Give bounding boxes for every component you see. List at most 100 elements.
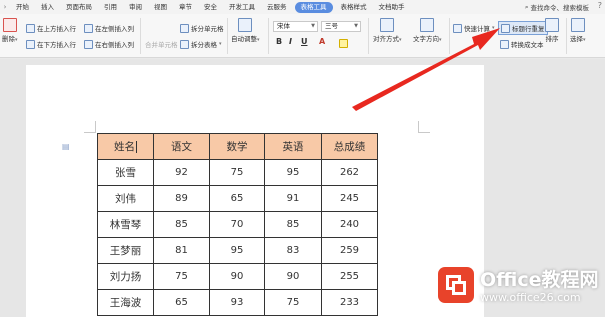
delete-button[interactable]: 删除▾ [2,18,18,43]
sort-button[interactable]: 排序 [545,18,559,43]
menu-item-security[interactable]: 安全 [198,0,223,14]
text-direction-button[interactable]: 文字方向▾ [413,18,442,43]
select-label: 选择 [570,35,583,43]
menu-item-table-style[interactable]: 表格样式 [335,0,373,14]
table-cell[interactable]: 233 [321,289,378,316]
table-cell[interactable]: 85 [153,211,210,238]
table-cell[interactable]: 刘伟 [97,185,154,212]
divider [268,18,269,54]
select-button[interactable]: 选择▾ [570,18,586,43]
table-cell[interactable]: 83 [264,237,322,264]
auto-fit-label: 自动调整 [231,35,257,43]
table-cell[interactable]: 张雪 [97,159,154,186]
table-cell[interactable]: 王梦丽 [97,237,154,264]
office-logo-icon [438,267,474,303]
table-cell[interactable]: 刘力扬 [97,263,154,290]
menu-item-doc-assistant[interactable]: 文档助手 [373,0,411,14]
table-cell[interactable]: 245 [321,185,378,212]
repeat-header-label: 标题行重复 [512,25,545,33]
margin-corner-mark [418,121,430,133]
insert-col-left-icon [84,23,93,33]
document-page[interactable]: ▤ 姓名 语文 数学 英语 总成绩 张雪 92 75 95 262 刘伟 89 … [26,65,484,317]
table-cell[interactable]: 75 [153,263,210,290]
insert-row-above-button[interactable]: 在上方插入行 [26,23,76,33]
merge-cells-button[interactable]: 合并单元格 [145,39,178,49]
table-cell[interactable]: 91 [264,185,322,212]
font-color-button[interactable]: A [319,37,325,46]
table-cell[interactable]: 90 [209,263,265,290]
underline-button[interactable]: U [301,37,308,46]
insert-col-right-button[interactable]: 在右侧插入列 [84,39,134,49]
table-cell[interactable]: 75 [209,159,265,186]
divider [368,18,369,54]
score-table[interactable]: 姓名 语文 数学 英语 总成绩 张雪 92 75 95 262 刘伟 89 65… [97,133,378,316]
table-cell[interactable]: 89 [153,185,210,212]
menu-item-chapter[interactable]: 章节 [173,0,198,14]
header-cell[interactable]: 总成绩 [321,133,378,160]
menu-item-page-layout[interactable]: 页面布局 [60,0,98,14]
command-search-label: 查找命令、搜索模板 [530,4,590,12]
select-icon [570,18,585,32]
table-cell[interactable]: 92 [153,159,210,186]
menu-overflow-icon[interactable]: › [0,0,10,14]
table-move-handle-icon[interactable]: ▤ [62,142,70,151]
menu-item-view[interactable]: 视图 [148,0,173,14]
split-table-button[interactable]: 拆分表格 ▾ [180,39,222,49]
menu-item-table-tools[interactable]: 表格工具 [294,1,333,13]
table-cell[interactable]: 林雪琴 [97,211,154,238]
command-search[interactable]: ⌕ 查找命令、搜索模板 [524,2,590,13]
table-cell[interactable]: 95 [209,237,265,264]
table-cell[interactable]: 70 [209,211,265,238]
insert-row-below-icon [26,39,35,49]
table-cell[interactable]: 240 [321,211,378,238]
menu-item-references[interactable]: 引用 [98,0,123,14]
table-cell[interactable]: 王海波 [97,289,154,316]
table-cell[interactable]: 90 [264,263,322,290]
chevron-down-icon: ▼ [311,23,315,29]
table-row: 王海波 65 93 75 233 [97,289,378,316]
split-cells-label: 拆分单元格 [191,25,224,33]
convert-to-text-button[interactable]: 转换成文本 [500,39,544,49]
table-row: 刘伟 89 65 91 245 [97,185,378,212]
italic-button[interactable]: I [289,37,292,46]
auto-fit-button[interactable]: 自动调整▾ [231,18,260,43]
insert-row-below-button[interactable]: 在下方插入行 [26,39,76,49]
font-name-select[interactable]: 宋体 ▼ [273,21,318,32]
insert-row-above-label: 在上方插入行 [37,25,76,33]
quick-calc-button[interactable]: 快速计算 ▾ [453,23,495,33]
menu-item-insert[interactable]: 插入 [35,0,60,14]
insert-col-left-label: 在左侧插入列 [95,25,134,33]
table-cell[interactable]: 81 [153,237,210,264]
table-cell[interactable]: 65 [209,185,265,212]
table-cell[interactable]: 262 [321,159,378,186]
header-cell[interactable]: 数学 [209,133,265,160]
header-cell[interactable]: 语文 [153,133,210,160]
header-cell[interactable]: 英语 [264,133,322,160]
divider [140,18,141,54]
table-cell[interactable]: 65 [153,289,210,316]
table-row: 张雪 92 75 95 262 [97,159,378,186]
align-button[interactable]: 对齐方式▾ [373,18,402,43]
quick-calc-label: 快速计算 [464,25,490,33]
menu-item-developer[interactable]: 开发工具 [223,0,261,14]
repeat-header-button[interactable]: 标题行重复 [498,21,548,35]
bold-button[interactable]: B [276,37,282,46]
table-cell[interactable]: 255 [321,263,378,290]
table-cell[interactable]: 85 [264,211,322,238]
table-cell[interactable]: 259 [321,237,378,264]
table-cell[interactable]: 93 [209,289,265,316]
header-cell[interactable]: 姓名 [97,133,154,160]
menu-item-start[interactable]: 开始 [10,0,35,14]
menu-item-cloud[interactable]: 云服务 [261,0,293,14]
split-table-label: 拆分表格 [191,41,217,49]
split-cells-button[interactable]: 拆分单元格 [180,23,224,33]
search-icon: ⌕ [524,2,529,11]
table-cell[interactable]: 75 [264,289,322,316]
menu-item-review[interactable]: 审阅 [123,0,148,14]
insert-col-left-button[interactable]: 在左侧插入列 [84,23,134,33]
font-size-select[interactable]: 三号 ▼ [321,21,361,32]
highlight-icon[interactable] [339,39,348,48]
table-cell[interactable]: 95 [264,159,322,186]
font-size-value: 三号 [325,22,338,30]
help-icon[interactable]: ? [598,1,602,10]
